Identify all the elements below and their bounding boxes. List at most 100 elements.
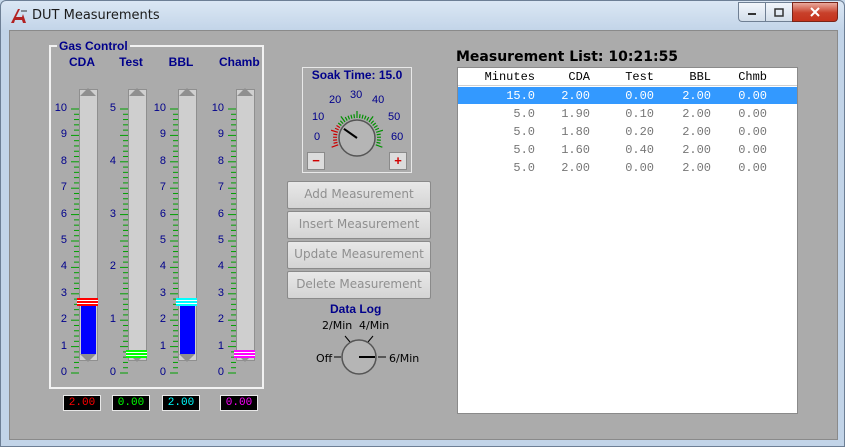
gas-scale-label: 6: [159, 207, 166, 220]
gas-channel-name: CDA: [69, 55, 95, 69]
gas-scale-label: 7: [159, 181, 166, 194]
column-header[interactable]: CDA: [568, 70, 590, 84]
soak-dial-label: 10: [312, 111, 325, 123]
table-cell: 2.00: [682, 89, 711, 103]
gas-slider-track[interactable]: [234, 88, 255, 362]
list-header: Minutes CDA Test BBL Chmb: [458, 68, 797, 86]
soak-decrease-button[interactable]: −: [307, 152, 325, 170]
gas-channel-name: Test: [119, 55, 143, 69]
gas-scale-label: 5: [60, 234, 67, 246]
table-cell: 0.00: [738, 89, 767, 103]
table-cell: 15.0: [506, 89, 535, 103]
gas-scale-label: 7: [60, 181, 67, 194]
data-log-label-4min: 4/Min: [359, 319, 390, 332]
table-row[interactable]: 15.0 2.00 0.00 2.00 0.00: [458, 87, 797, 104]
gas-scale-label: 3: [109, 207, 116, 220]
gas-scale-label: 0: [217, 366, 224, 378]
column-header[interactable]: Chmb: [738, 70, 767, 84]
gas-scale-label: 1: [159, 339, 166, 352]
soak-time-panel: Soak Time: 15.0 0 10 20 30 40 50 60 − +: [302, 67, 412, 173]
slider-up-arrow-icon[interactable]: [179, 88, 195, 96]
gas-slider-track[interactable]: [126, 88, 147, 362]
table-cell: 0.40: [625, 143, 654, 157]
table-cell: 0.00: [738, 161, 767, 175]
gas-slider-fill: [81, 302, 96, 354]
soak-dial-label: 30: [350, 89, 363, 101]
gas-scale-label: 3: [159, 286, 166, 299]
gas-slider-thumb[interactable]: [176, 298, 197, 307]
gas-scale-label: 0: [109, 366, 116, 378]
soak-dial-label: 0: [314, 131, 321, 143]
close-icon: [810, 7, 820, 17]
slider-up-arrow-icon[interactable]: [237, 88, 253, 96]
table-row[interactable]: 5.0 2.00 0.00 2.00 0.00: [458, 159, 797, 176]
table-cell: 5.0: [513, 125, 535, 139]
delete-measurement-button[interactable]: Delete Measurement: [287, 271, 431, 299]
table-cell: 0.10: [625, 107, 654, 121]
table-cell: 2.00: [682, 161, 711, 175]
table-cell: 0.00: [738, 125, 767, 139]
gas-scale-label: 6: [60, 207, 67, 220]
gas-control-group: Gas Control CDA 10 9 8 7 6 5 4 3 2 1 0 2.00 Test 5 4 3 2 1…: [49, 39, 264, 411]
gas-slider-track[interactable]: [176, 88, 197, 362]
gas-scale-label: 3: [60, 286, 67, 299]
gas-scale-label: 7: [217, 181, 224, 194]
table-cell: 1.90: [561, 107, 590, 121]
soak-dial-label: 60: [391, 131, 404, 143]
table-cell: 0.20: [625, 125, 654, 139]
soak-increase-button[interactable]: +: [389, 152, 407, 170]
gas-scale-label: 2: [159, 313, 166, 326]
table-cell: 1.60: [561, 143, 590, 157]
table-row[interactable]: 5.0 1.80 0.20 2.00 0.00: [458, 123, 797, 140]
gas-slider-thumb[interactable]: [126, 350, 147, 358]
column-header[interactable]: BBL: [689, 70, 711, 84]
maximize-icon: [774, 7, 784, 17]
app-logo-icon: [11, 9, 27, 23]
gas-slider-thumb[interactable]: [234, 350, 255, 358]
soak-dial-label: 40: [372, 94, 385, 106]
gas-scale-label: 4: [217, 260, 224, 273]
gas-control-title: Gas Control: [57, 39, 130, 53]
gas-scale-label: 2: [60, 313, 67, 326]
measurement-list[interactable]: Minutes CDA Test BBL Chmb 15.0 2.00 0.00 2.…: [457, 67, 798, 414]
gas-channel-name: Chamb: [219, 55, 260, 69]
slider-up-arrow-icon[interactable]: [80, 88, 96, 96]
update-measurement-button[interactable]: Update Measurement: [287, 241, 431, 269]
gas-scale-label: 10: [54, 102, 67, 114]
table-cell: 0.00: [625, 161, 654, 175]
table-cell: 0.00: [738, 107, 767, 121]
gas-scale-label: 8: [159, 154, 166, 167]
gas-scale-ticks: [170, 108, 178, 374]
gas-scale-label: 4: [109, 154, 116, 167]
table-cell: 0.00: [625, 89, 654, 103]
add-measurement-button[interactable]: Add Measurement: [287, 181, 431, 209]
slider-up-arrow-icon[interactable]: [129, 88, 145, 96]
gas-scale-label: 9: [60, 128, 67, 141]
minimize-button[interactable]: [738, 2, 765, 22]
table-row[interactable]: 5.0 1.60 0.40 2.00 0.00: [458, 141, 797, 158]
gas-slider-thumb[interactable]: [77, 298, 98, 307]
soak-time-dial[interactable]: [327, 108, 387, 160]
gas-slider-track[interactable]: [77, 88, 98, 362]
gas-slider-fill: [180, 302, 195, 354]
table-cell: 0.00: [738, 143, 767, 157]
column-header[interactable]: Minutes: [485, 70, 535, 84]
app-window: DUT Measurements Gas Control CDA 10 9 8 7 6 5 4…: [0, 0, 845, 447]
data-log-dial[interactable]: [328, 332, 390, 378]
gas-scale-label: 3: [217, 286, 224, 299]
table-cell: 5.0: [513, 161, 535, 175]
maximize-button[interactable]: [765, 2, 792, 22]
column-header[interactable]: Test: [625, 70, 654, 84]
minimize-icon: [748, 13, 756, 15]
gas-scale-label: 1: [109, 313, 116, 326]
table-row[interactable]: 5.0 1.90 0.10 2.00 0.00: [458, 105, 797, 122]
window-title: DUT Measurements: [32, 8, 160, 23]
gas-scale-label: 9: [159, 128, 166, 141]
slider-down-arrow-icon[interactable]: [179, 354, 195, 362]
title-bar[interactable]: DUT Measurements: [1, 1, 844, 31]
slider-down-arrow-icon[interactable]: [80, 354, 96, 362]
measurement-list-title: Measurement List: 10:21:55: [456, 49, 679, 65]
insert-measurement-button[interactable]: Insert Measurement: [287, 211, 431, 239]
gas-scale-label: 10: [153, 102, 166, 114]
close-button[interactable]: [792, 2, 838, 22]
